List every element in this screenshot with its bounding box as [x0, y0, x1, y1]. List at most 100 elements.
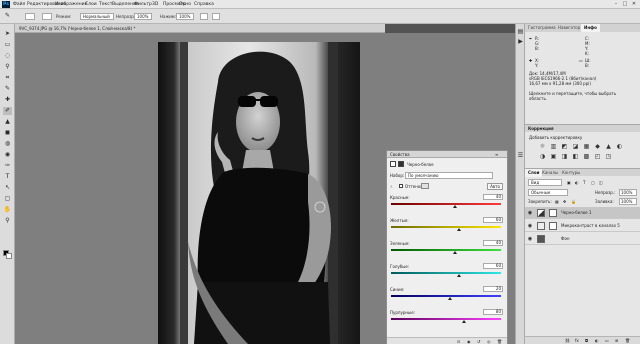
add-mask-icon[interactable]: ◘ — [585, 338, 588, 343]
tint-color-swatch[interactable] — [421, 183, 429, 189]
tab-paths[interactable]: Контуры — [559, 169, 583, 177]
layer-mask-thumbnail[interactable] — [549, 209, 557, 217]
slider-value-input[interactable]: 20 — [483, 286, 503, 292]
opacity-input[interactable]: 100% — [134, 13, 152, 20]
eyedropper-tool-icon[interactable]: ✎ — [3, 85, 12, 93]
brush-tool-icon[interactable]: ✐ — [3, 107, 12, 115]
properties-menu-icon[interactable]: ≡ — [495, 152, 498, 157]
brush-panel-toggle[interactable] — [42, 13, 52, 20]
adjustment-4-icon[interactable]: ▦ — [583, 143, 590, 150]
adjustments-header[interactable]: Коррекция — [525, 124, 640, 132]
delete-icon[interactable]: 🗑 — [497, 339, 502, 344]
adjustment-11-icon[interactable]: ◧ — [572, 153, 579, 160]
adjustment-9-icon[interactable]: ▣ — [550, 153, 557, 160]
crop-tool-icon[interactable]: ⌗ — [3, 74, 12, 82]
eraser-tool-icon[interactable]: ◼ — [3, 129, 12, 137]
menu-10[interactable]: Справка — [194, 1, 214, 8]
adjustment-0-icon[interactable]: ☼ — [539, 143, 546, 150]
marquee-tool-icon[interactable]: ▭ — [3, 41, 12, 49]
preset-select[interactable]: По умолчанию — [405, 172, 493, 179]
menu-0[interactable]: Файл — [13, 1, 25, 8]
adjustment-1-icon[interactable]: ▥ — [550, 143, 557, 150]
slider-thumb[interactable] — [457, 274, 462, 277]
pen-tool-icon[interactable]: T — [3, 173, 12, 181]
adjustment-14-icon[interactable]: ◳ — [605, 153, 612, 160]
filter-adjustment-icon[interactable]: ◐ — [575, 180, 579, 185]
delete-layer-icon[interactable]: 🗑 — [625, 338, 630, 343]
properties-dock-icon[interactable]: ☰ — [516, 152, 525, 160]
minimize-button[interactable]: – — [612, 1, 620, 8]
slider-thumb[interactable] — [461, 320, 466, 323]
tab-info[interactable]: Инфо — [581, 24, 600, 32]
adjustment-6-icon[interactable]: ▲ — [605, 143, 612, 150]
layer-style-icon[interactable]: fx — [575, 338, 579, 343]
mask-icon[interactable] — [398, 161, 404, 167]
clone-tool-icon[interactable]: ▲ — [3, 118, 12, 126]
document-tab[interactable]: 9VC_9374.JPG @ 16,7% (Черно-белое 1, Сло… — [15, 24, 385, 33]
color-slider-track[interactable] — [391, 249, 501, 251]
slider-thumb[interactable] — [452, 251, 457, 254]
slider-value-input[interactable]: 40 — [483, 194, 503, 200]
lock-pixels-icon[interactable]: ▦ — [555, 199, 559, 204]
adjustment-2-icon[interactable]: ◩ — [561, 143, 568, 150]
color-slider-track[interactable] — [391, 295, 501, 297]
layer-row[interactable]: ◉ Черно-белое 1 — [525, 207, 640, 219]
healing-tool-icon[interactable]: ✚ — [3, 96, 12, 104]
menu-4[interactable]: Текст — [99, 1, 112, 8]
visibility-eye-icon[interactable]: ◉ — [527, 236, 533, 242]
brush-size-picker[interactable] — [25, 13, 35, 20]
color-slider-track[interactable] — [391, 272, 501, 274]
quick-select-tool-icon[interactable]: ⚲ — [3, 63, 12, 71]
blend-mode-select[interactable]: Обычные — [528, 189, 568, 196]
close-button[interactable]: ✕ — [630, 1, 638, 8]
link-layers-icon[interactable]: ⛓ — [565, 338, 570, 343]
new-adjustment-icon[interactable]: ◐ — [595, 338, 599, 343]
filter-shape-icon[interactable]: ▢ — [591, 180, 595, 185]
fill-input[interactable]: 100% — [619, 198, 637, 205]
tab-channels[interactable]: Каналы — [539, 169, 561, 177]
path-select-tool-icon[interactable]: ▢ — [3, 195, 12, 203]
tab-histogram[interactable]: Гистограмма — [525, 24, 559, 32]
adjustment-13-icon[interactable]: ◰ — [594, 153, 601, 160]
new-group-icon[interactable]: ▭ — [605, 338, 609, 343]
lasso-tool-icon[interactable]: ◌ — [3, 52, 12, 60]
menu-6[interactable]: Фильтр — [134, 1, 152, 8]
adjustment-3-icon[interactable]: ◪ — [572, 143, 579, 150]
lock-position-icon[interactable]: ✥ — [563, 199, 566, 204]
dodge-tool-icon[interactable]: ✑ — [3, 162, 12, 170]
adjustment-12-icon[interactable]: ▩ — [583, 153, 590, 160]
layer-mask-thumbnail[interactable] — [549, 222, 557, 230]
view-previous-icon[interactable]: ◉ — [467, 339, 471, 344]
targeted-adjust-icon[interactable]: ☝ — [390, 184, 392, 189]
color-slider-track[interactable] — [391, 318, 501, 320]
color-slider-track[interactable] — [391, 203, 501, 205]
menu-2[interactable]: Изображение — [55, 1, 87, 8]
slider-thumb[interactable] — [448, 297, 453, 300]
menu-9[interactable]: Окно — [179, 1, 191, 8]
menu-3[interactable]: Слои — [85, 1, 97, 8]
pressure-toggle[interactable] — [212, 13, 220, 20]
layer-row[interactable]: ◉ Микроконтраст в каналах 5 — [525, 220, 640, 232]
background-color-swatch[interactable] — [6, 253, 12, 259]
visibility-eye-icon[interactable]: ◉ — [527, 223, 533, 229]
layer-row[interactable]: ◉ Фон — [525, 233, 640, 245]
airbrush-toggle[interactable] — [200, 13, 208, 20]
layer-filter-select[interactable]: Вид — [528, 179, 562, 186]
maximize-button[interactable]: □ — [621, 1, 629, 8]
adjustment-8-icon[interactable]: ◑ — [539, 153, 546, 160]
auto-button[interactable]: Авто — [487, 183, 503, 190]
tint-checkbox[interactable] — [399, 184, 403, 188]
type-tool-icon[interactable]: ↖ — [3, 184, 12, 192]
slider-thumb[interactable] — [457, 228, 462, 231]
shape-tool-icon[interactable]: ✋ — [3, 206, 12, 214]
slider-value-input[interactable]: 60 — [483, 217, 503, 223]
history-icon[interactable]: ▤ — [516, 28, 525, 36]
slider-value-input[interactable]: 40 — [483, 240, 503, 246]
filter-smart-icon[interactable]: ◫ — [599, 180, 603, 185]
clip-to-layer-icon[interactable]: ⊡ — [457, 339, 460, 344]
tab-navigator[interactable]: Навигатор — [555, 24, 583, 32]
color-slider-track[interactable] — [391, 226, 501, 228]
visibility-eye-icon[interactable]: ◉ — [527, 210, 533, 216]
flow-input[interactable]: 100% — [176, 13, 194, 20]
menu-7[interactable]: 3D — [152, 1, 158, 8]
